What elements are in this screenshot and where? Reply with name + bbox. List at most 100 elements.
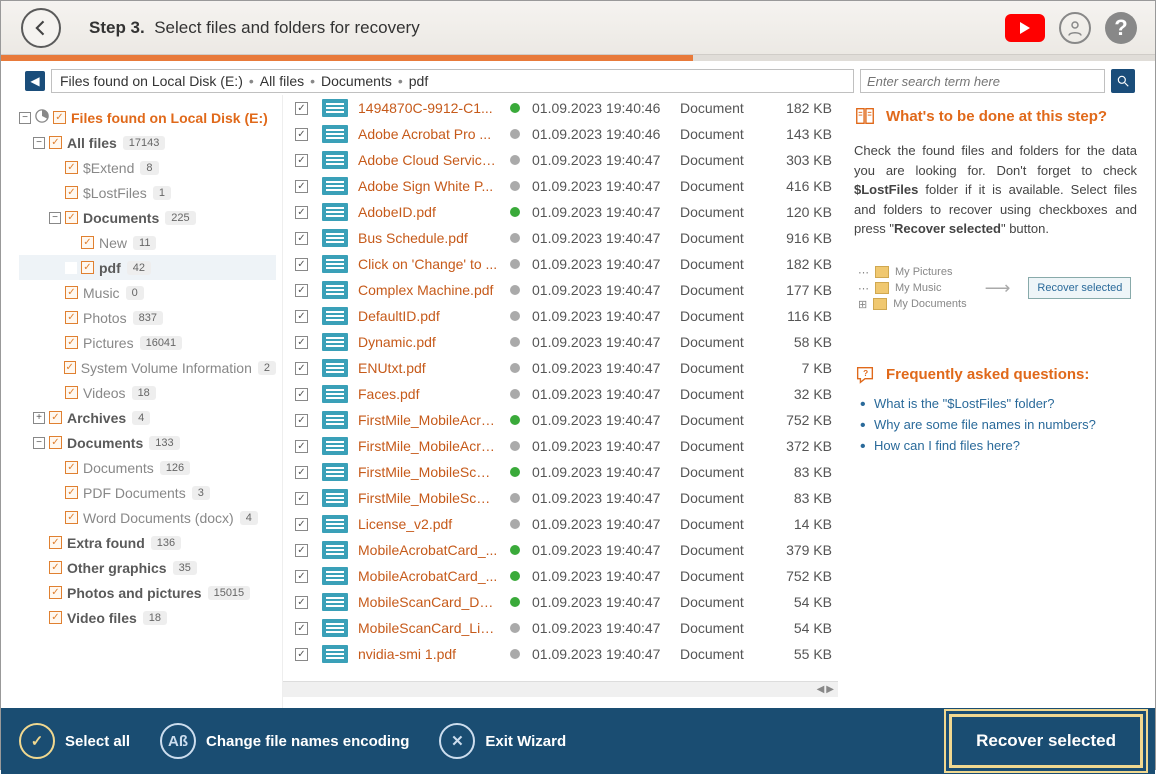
checkbox[interactable]: ✓ [65, 311, 78, 324]
tree-node[interactable]: ✓Extra found136 [19, 530, 276, 555]
file-row[interactable]: ✓License_v2.pdf01.09.2023 19:40:47Docume… [283, 511, 838, 537]
youtube-icon[interactable] [1005, 14, 1045, 42]
file-checkbox[interactable]: ✓ [295, 232, 308, 245]
expand-icon[interactable]: − [33, 437, 45, 449]
horizontal-scrollbar[interactable]: ◀▶ [283, 681, 838, 697]
file-row[interactable]: ✓MobileScanCard_Lig...01.09.2023 19:40:4… [283, 615, 838, 641]
file-checkbox[interactable]: ✓ [295, 492, 308, 505]
file-row[interactable]: ✓Dynamic.pdf01.09.2023 19:40:47Document5… [283, 329, 838, 355]
back-button[interactable] [21, 8, 61, 48]
file-row[interactable]: ✓FirstMile_MobileAcro...01.09.2023 19:40… [283, 433, 838, 459]
file-checkbox[interactable]: ✓ [295, 648, 308, 661]
file-checkbox[interactable]: ✓ [295, 466, 308, 479]
checkbox[interactable]: ✓ [65, 511, 78, 524]
file-checkbox[interactable]: ✓ [295, 596, 308, 609]
file-row[interactable]: ✓nvidia-smi 1.pdf01.09.2023 19:40:47Docu… [283, 641, 838, 667]
checkbox[interactable]: ✓ [49, 586, 62, 599]
checkbox[interactable]: ✓ [65, 186, 78, 199]
user-icon[interactable] [1059, 12, 1091, 44]
file-row[interactable]: ✓MobileAcrobatCard_...01.09.2023 19:40:4… [283, 563, 838, 589]
file-checkbox[interactable]: ✓ [295, 258, 308, 271]
checkbox[interactable]: ✓ [49, 436, 62, 449]
checkbox[interactable]: ✓ [65, 161, 78, 174]
file-checkbox[interactable]: ✓ [295, 622, 308, 635]
file-checkbox[interactable]: ✓ [295, 388, 308, 401]
tree-node[interactable]: −✓All files17143 [19, 130, 276, 155]
crumb-1[interactable]: All files [260, 73, 304, 89]
file-row[interactable]: ✓MobileAcrobatCard_...01.09.2023 19:40:4… [283, 537, 838, 563]
file-checkbox[interactable]: ✓ [295, 570, 308, 583]
file-row[interactable]: ✓Click on 'Change' to ...01.09.2023 19:4… [283, 251, 838, 277]
checkbox[interactable]: ✓ [65, 286, 78, 299]
tree-node[interactable]: −✓Documents133 [19, 430, 276, 455]
file-row[interactable]: ✓1494870C-9912-C1...01.09.2023 19:40:46D… [283, 95, 838, 121]
faq-item-2[interactable]: How can I find files here? [874, 438, 1137, 453]
checkbox[interactable]: ✓ [49, 136, 62, 149]
checkbox[interactable]: ✓ [49, 611, 62, 624]
checkbox[interactable]: ✓ [65, 461, 78, 474]
expand-icon[interactable]: − [19, 112, 31, 124]
tree-node[interactable]: ✓Documents126 [19, 455, 276, 480]
tree-node[interactable]: ✓Photos837 [19, 305, 276, 330]
tree-node[interactable]: −✓Files found on Local Disk (E:) [19, 105, 276, 130]
checkbox[interactable]: ✓ [49, 411, 62, 424]
breadcrumb-back-button[interactable]: ◀ [25, 71, 45, 91]
file-row[interactable]: ✓DefaultID.pdf01.09.2023 19:40:47Documen… [283, 303, 838, 329]
file-row[interactable]: ✓Faces.pdf01.09.2023 19:40:47Document32 … [283, 381, 838, 407]
file-row[interactable]: ✓Adobe Acrobat Pro ...01.09.2023 19:40:4… [283, 121, 838, 147]
expand-icon[interactable]: − [33, 137, 45, 149]
checkbox[interactable]: ✓ [65, 486, 78, 499]
file-row[interactable]: ✓Bus Schedule.pdf01.09.2023 19:40:47Docu… [283, 225, 838, 251]
file-checkbox[interactable]: ✓ [295, 362, 308, 375]
search-button[interactable] [1111, 69, 1135, 93]
file-checkbox[interactable]: ✓ [295, 440, 308, 453]
file-checkbox[interactable]: ✓ [295, 518, 308, 531]
tree-node[interactable]: +✓Archives4 [19, 405, 276, 430]
file-checkbox[interactable]: ✓ [295, 544, 308, 557]
crumb-2[interactable]: Documents [321, 73, 392, 89]
crumb-0[interactable]: Files found on Local Disk (E:) [60, 73, 243, 89]
tree-node[interactable]: ✓$Extend8 [19, 155, 276, 180]
file-checkbox[interactable]: ✓ [295, 414, 308, 427]
file-row[interactable]: ✓FirstMile_MobileScan...01.09.2023 19:40… [283, 485, 838, 511]
checkbox[interactable]: ✓ [81, 261, 94, 274]
file-row[interactable]: ✓AdobeID.pdf01.09.2023 19:40:47Document1… [283, 199, 838, 225]
file-checkbox[interactable]: ✓ [295, 284, 308, 297]
expand-icon[interactable]: − [49, 212, 61, 224]
tree-node[interactable]: ✓$LostFiles1 [19, 180, 276, 205]
tree-node[interactable]: ✓Other graphics35 [19, 555, 276, 580]
file-row[interactable]: ✓Adobe Sign White P...01.09.2023 19:40:4… [283, 173, 838, 199]
change-encoding-button[interactable]: Aß Change file names encoding [160, 723, 409, 759]
file-list-scroll[interactable]: ✓1494870C-9912-C1...01.09.2023 19:40:46D… [283, 95, 838, 681]
file-row[interactable]: ✓ENUtxt.pdf01.09.2023 19:40:47Document7 … [283, 355, 838, 381]
checkbox[interactable]: ✓ [65, 336, 78, 349]
crumb-3[interactable]: pdf [409, 73, 428, 89]
tree-node[interactable]: ✓Video files18 [19, 605, 276, 630]
checkbox[interactable]: ✓ [65, 211, 78, 224]
file-checkbox[interactable]: ✓ [295, 128, 308, 141]
checkbox[interactable]: ✓ [81, 236, 94, 249]
tree-node[interactable]: ✓Music0 [19, 280, 276, 305]
file-checkbox[interactable]: ✓ [295, 310, 308, 323]
file-row[interactable]: ✓FirstMile_MobileAcro...01.09.2023 19:40… [283, 407, 838, 433]
help-icon[interactable]: ? [1105, 12, 1137, 44]
search-input[interactable] [860, 69, 1105, 93]
faq-item-0[interactable]: What is the "$LostFiles" folder? [874, 396, 1137, 411]
tree-node[interactable]: ✓Word Documents (docx)4 [19, 505, 276, 530]
folder-tree[interactable]: −✓Files found on Local Disk (E:)−✓All fi… [1, 95, 283, 708]
tree-node[interactable]: ✓Videos18 [19, 380, 276, 405]
file-row[interactable]: ✓MobileScanCard_Dar...01.09.2023 19:40:4… [283, 589, 838, 615]
file-row[interactable]: ✓Adobe Cloud Service...01.09.2023 19:40:… [283, 147, 838, 173]
recover-selected-button[interactable]: Recover selected [949, 714, 1143, 768]
checkbox[interactable]: ✓ [49, 561, 62, 574]
checkbox[interactable]: ✓ [49, 536, 62, 549]
tree-node[interactable]: ✓New11 [19, 230, 276, 255]
expand-icon[interactable]: + [33, 412, 45, 424]
tree-node[interactable]: ✓pdf42 [19, 255, 276, 280]
file-checkbox[interactable]: ✓ [295, 154, 308, 167]
file-checkbox[interactable]: ✓ [295, 206, 308, 219]
file-checkbox[interactable]: ✓ [295, 336, 308, 349]
tree-node[interactable]: ✓PDF Documents3 [19, 480, 276, 505]
checkbox[interactable]: ✓ [65, 386, 78, 399]
tree-node[interactable]: ✓Pictures16041 [19, 330, 276, 355]
